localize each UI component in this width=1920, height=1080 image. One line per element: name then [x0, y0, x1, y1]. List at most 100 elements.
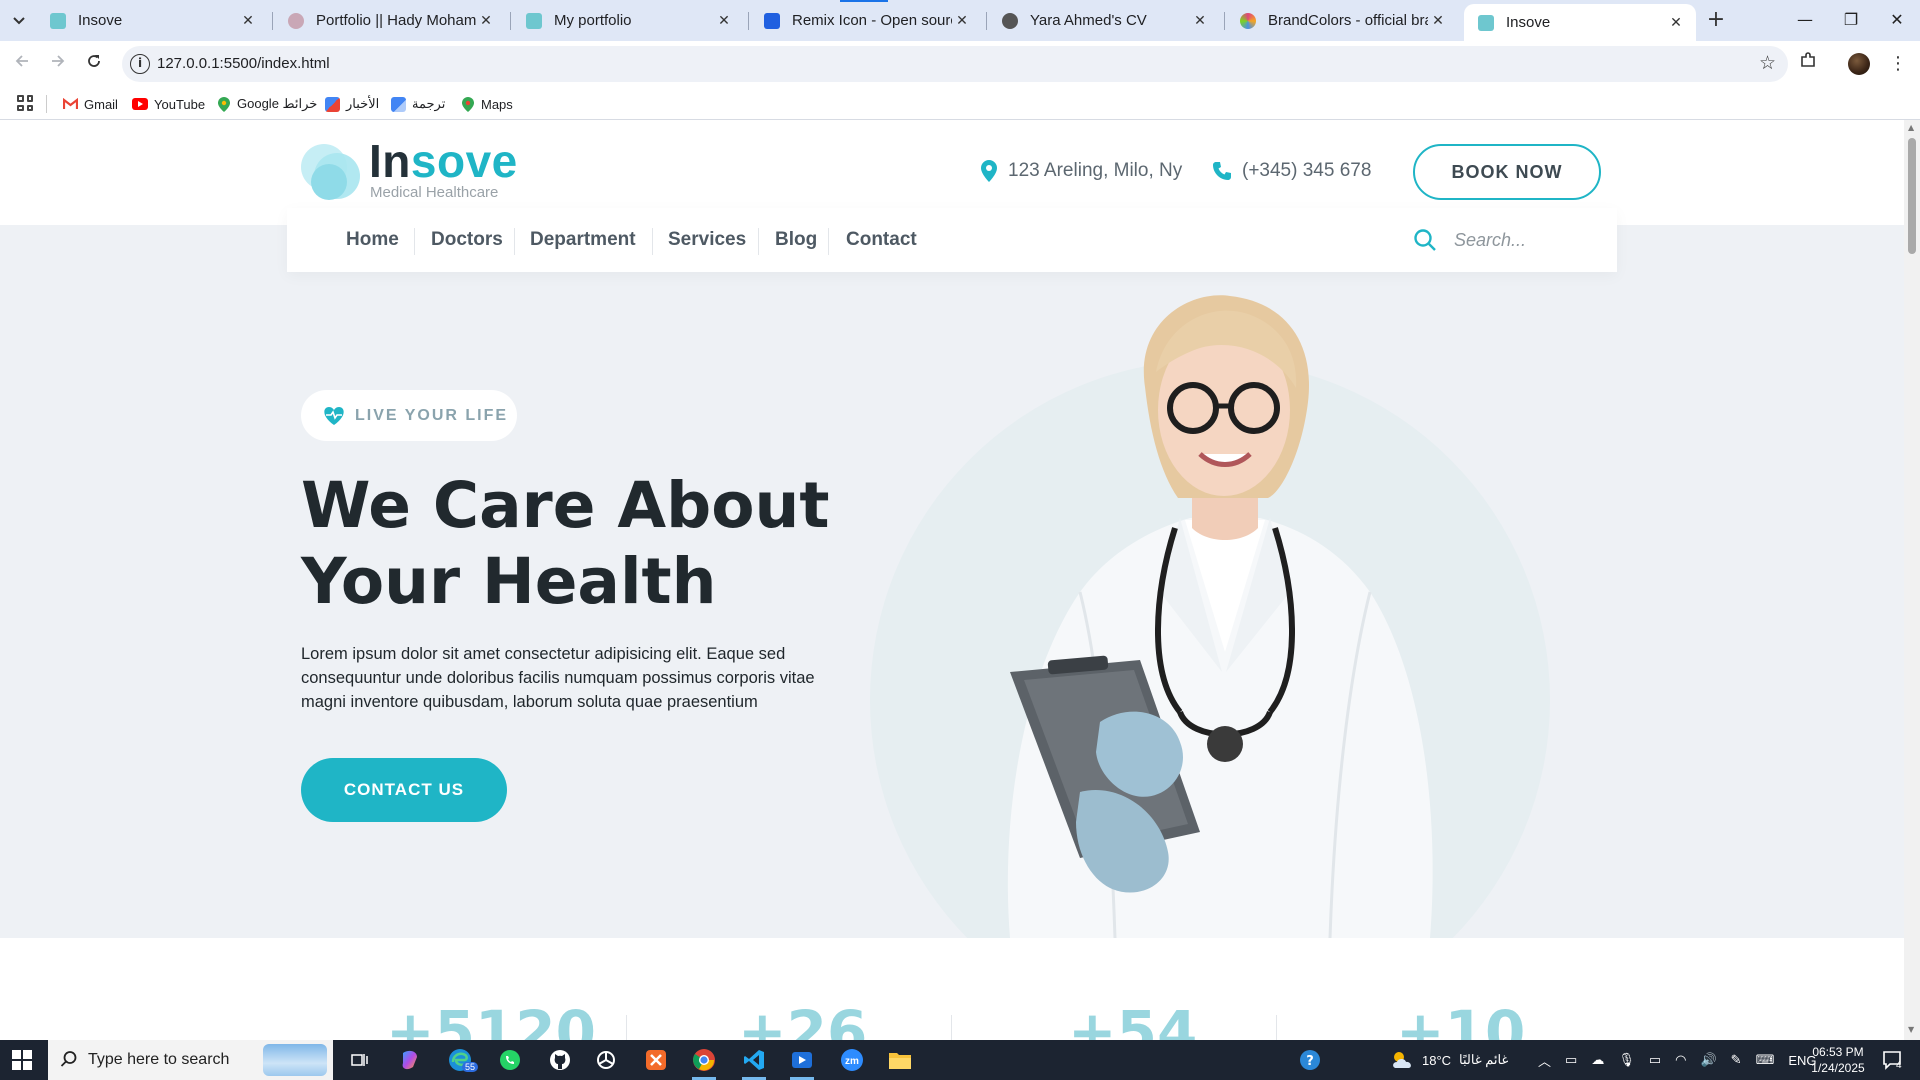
- address-bar[interactable]: i 127.0.0.1:5500/index.html ☆: [122, 46, 1788, 82]
- bookmark-news[interactable]: الأخبار: [325, 94, 379, 114]
- taskbar-search[interactable]: Type here to search: [48, 1040, 333, 1080]
- arrow-left-icon: [15, 55, 28, 67]
- apps-grid-icon[interactable]: [17, 95, 33, 111]
- tab-insove-1[interactable]: Insove ✕: [36, 4, 268, 37]
- nav-item-doctors[interactable]: Doctors: [431, 229, 503, 251]
- copilot-icon[interactable]: [394, 1046, 426, 1074]
- new-tab-button[interactable]: +: [1703, 8, 1729, 34]
- whatsapp-icon[interactable]: [494, 1046, 526, 1074]
- back-button[interactable]: [8, 50, 36, 78]
- bookmarks-bar: Gmail YouTube Google خرائط الأخبار ترجمة…: [0, 87, 1920, 120]
- chatgpt-icon[interactable]: [590, 1046, 622, 1074]
- main-nav: Home Doctors Department Services Blog Co…: [287, 208, 1617, 272]
- pen-icon[interactable]: ✎: [1731, 1052, 1742, 1068]
- edge-badge: 55: [462, 1062, 479, 1072]
- maps-pin-icon: [218, 96, 230, 112]
- github-icon[interactable]: [544, 1046, 576, 1074]
- contact-us-button[interactable]: CONTACT US: [301, 758, 507, 822]
- nav-item-services[interactable]: Services: [668, 229, 746, 251]
- nav-divider: [758, 228, 759, 255]
- close-icon[interactable]: ✕: [1190, 12, 1210, 29]
- logo-part-dark: In: [369, 135, 411, 187]
- bookmark-youtube[interactable]: YouTube: [132, 94, 205, 114]
- wifi-icon[interactable]: ◠: [1675, 1052, 1686, 1068]
- nav-divider: [828, 228, 829, 255]
- search-icon[interactable]: [1413, 228, 1437, 256]
- scroll-up-arrow[interactable]: ▲: [1908, 124, 1916, 132]
- taskbar-clock[interactable]: 06:53 PM 1/24/2025: [1806, 1044, 1870, 1076]
- app-orange-icon[interactable]: [640, 1046, 672, 1074]
- minimize-button[interactable]: —: [1782, 6, 1828, 34]
- close-icon[interactable]: ✕: [1428, 12, 1448, 29]
- bookmark-star-icon[interactable]: ☆: [1759, 52, 1776, 74]
- bookmark-translate[interactable]: ترجمة: [391, 94, 445, 114]
- phone-icon: [1213, 162, 1231, 180]
- tab-remix-icon[interactable]: Remix Icon - Open source icon ✕: [750, 4, 982, 37]
- chevron-up-icon[interactable]: ︿: [1538, 1051, 1551, 1070]
- nav-item-department[interactable]: Department: [530, 229, 636, 251]
- tab-title: Yara Ahmed's CV: [1030, 12, 1147, 29]
- page-scrollbar[interactable]: ▲ ▼: [1904, 120, 1920, 1040]
- meet-now-icon[interactable]: ▭: [1565, 1052, 1577, 1068]
- hero-description: Lorem ipsum dolor sit amet consectetur a…: [301, 645, 815, 711]
- portfolio-favicon-icon: [526, 12, 542, 29]
- close-window-button[interactable]: ✕: [1874, 6, 1920, 34]
- restore-button[interactable]: ❐: [1828, 6, 1874, 34]
- maps-pin-icon: [462, 96, 474, 112]
- edge-icon[interactable]: 55: [444, 1046, 479, 1074]
- book-now-button[interactable]: BOOK NOW: [1413, 144, 1601, 200]
- url-text[interactable]: 127.0.0.1:5500/index.html: [157, 55, 330, 72]
- task-view-icon[interactable]: [344, 1046, 376, 1074]
- tab-search-button[interactable]: [6, 8, 32, 34]
- close-icon[interactable]: ✕: [952, 12, 972, 29]
- close-icon[interactable]: ✕: [714, 12, 734, 29]
- bookmark-maps[interactable]: Maps: [461, 94, 513, 114]
- close-icon[interactable]: ✕: [476, 12, 496, 29]
- vscode-icon[interactable]: [738, 1046, 770, 1080]
- search-input[interactable]: [1454, 226, 1604, 254]
- onedrive-cloud-icon[interactable]: ☁: [1591, 1052, 1604, 1068]
- nav-item-home[interactable]: Home: [346, 229, 399, 251]
- volume-icon[interactable]: 🔊: [1700, 1052, 1716, 1068]
- nav-item-contact[interactable]: Contact: [846, 229, 917, 251]
- chrome-icon[interactable]: [688, 1046, 720, 1080]
- browser-menu-button[interactable]: ⋮: [1884, 50, 1912, 78]
- file-explorer-icon[interactable]: [884, 1046, 916, 1074]
- tab-portfolio-hady[interactable]: Portfolio || Hady Mohamed ✕: [274, 4, 506, 37]
- notifications-button[interactable]: 4: [1876, 1046, 1908, 1074]
- scroll-thumb[interactable]: [1908, 138, 1916, 254]
- bookmark-separator: [46, 95, 47, 113]
- nav-item-blog[interactable]: Blog: [775, 229, 817, 251]
- tab-brandcolors[interactable]: BrandColors - official brand col ✕: [1226, 4, 1458, 37]
- windows-start-icon[interactable]: [12, 1050, 32, 1070]
- zoom-icon[interactable]: zm: [836, 1046, 868, 1074]
- tab-title: Portfolio || Hady Mohamed: [316, 12, 476, 29]
- scroll-down-arrow[interactable]: ▼: [1908, 1026, 1916, 1034]
- header-address: 123 Areling, Milo, Ny: [980, 160, 1182, 182]
- tab-my-portfolio[interactable]: My portfolio ✕: [512, 4, 744, 37]
- battery-icon[interactable]: ▭: [1649, 1052, 1661, 1068]
- site-logo[interactable]: Insove Medical Healthcare: [301, 136, 541, 206]
- extensions-button[interactable]: [1794, 50, 1822, 78]
- weather-widget[interactable]: 18°C غائم غالبًا: [1390, 1040, 1508, 1080]
- forward-button[interactable]: [44, 50, 72, 78]
- help-icon[interactable]: ?: [1294, 1046, 1326, 1074]
- close-icon[interactable]: ✕: [1666, 14, 1686, 31]
- tab-title: Insove: [1506, 14, 1551, 31]
- media-player-icon[interactable]: [786, 1046, 818, 1080]
- address-text: 123 Areling, Milo, Ny: [1008, 160, 1183, 181]
- reload-button[interactable]: [80, 50, 108, 78]
- close-icon[interactable]: ✕: [238, 12, 258, 29]
- tab-title: Insove: [78, 12, 123, 29]
- bookmark-gmail[interactable]: Gmail: [63, 94, 118, 114]
- remix-favicon-icon: [764, 12, 780, 29]
- site-info-icon[interactable]: i: [130, 54, 150, 74]
- tab-yara-cv[interactable]: Yara Ahmed's CV ✕: [988, 4, 1220, 37]
- bookmark-label: الأخبار: [346, 96, 380, 111]
- tab-insove-active[interactable]: Insove ✕: [1464, 4, 1696, 41]
- profile-avatar[interactable]: [1848, 53, 1870, 75]
- search-highlight-image: [263, 1044, 327, 1076]
- keyboard-icon[interactable]: ⌨: [1756, 1052, 1775, 1068]
- bookmark-google-maps[interactable]: Google خرائط: [217, 94, 317, 114]
- microphone-icon[interactable]: 🎙: [1618, 1052, 1635, 1068]
